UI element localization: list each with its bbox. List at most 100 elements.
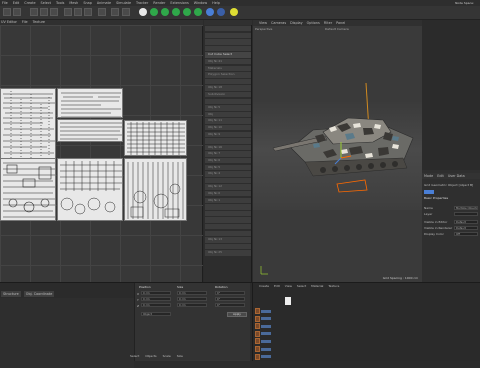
object-list-row[interactable]: Obj Nr.11 [205, 118, 251, 124]
object-list-row[interactable]: Obj [205, 111, 251, 118]
menu-item[interactable]: Render [153, 1, 165, 5]
object-list-row[interactable]: Obj Nr.41 [205, 59, 251, 65]
axis-x-icon[interactable] [64, 8, 72, 16]
scene-icon[interactable] [206, 8, 214, 16]
light-icon[interactable] [230, 8, 238, 16]
render-view-icon[interactable] [111, 8, 119, 16]
deformer-icon[interactable] [183, 8, 191, 16]
field-icon[interactable] [194, 8, 202, 16]
object-list-row[interactable]: Obj Nr.0 [205, 191, 251, 197]
uv-grid[interactable] [0, 25, 203, 282]
object-list-row[interactable] [205, 177, 251, 184]
menu-item[interactable]: Create [24, 1, 35, 5]
visible-editor-field[interactable]: Default [454, 220, 478, 224]
size-x-field[interactable]: 0 cm [177, 291, 207, 295]
tank-model[interactable] [253, 20, 422, 282]
material-menu-item[interactable]: View [285, 284, 292, 289]
object-list-row[interactable]: Obj Nr.7 [205, 151, 251, 157]
undo-icon[interactable] [3, 8, 11, 16]
menu-item[interactable]: Simulate [116, 1, 131, 5]
object-list-row[interactable]: Obj Nr.5 [205, 164, 251, 170]
menu-item[interactable]: Extensions [170, 1, 188, 5]
timeline-area[interactable] [0, 298, 134, 368]
layer-field[interactable] [454, 212, 478, 216]
object-list-row[interactable]: Materials [205, 65, 251, 71]
object-list-row[interactable] [205, 98, 251, 104]
3d-viewport[interactable]: View Cameras Display Options Filter Pane… [253, 20, 422, 282]
render-icon[interactable] [122, 8, 130, 16]
axis-y-icon[interactable] [74, 8, 82, 16]
pen-icon[interactable] [150, 8, 158, 16]
object-list-row[interactable]: Obj Nr.4 [205, 171, 251, 177]
object-list-row[interactable] [205, 210, 251, 217]
coordinate-button[interactable]: Obj. Coordinate [23, 291, 55, 297]
menu-item[interactable]: Animate [97, 1, 111, 5]
redo-icon[interactable] [13, 8, 21, 16]
basic-tab-button[interactable] [424, 190, 434, 194]
menu-item[interactable]: File [2, 1, 8, 5]
object-list-row[interactable] [205, 224, 251, 230]
material-menu-item[interactable]: Edit [274, 284, 280, 289]
menu-item[interactable]: Tools [56, 1, 64, 5]
scale-icon[interactable] [40, 8, 48, 16]
object-list-row[interactable]: Obj Nr.25 [205, 250, 251, 256]
cube-icon[interactable] [139, 8, 147, 16]
menu-item[interactable]: Window [194, 1, 207, 5]
array-icon[interactable] [172, 8, 180, 16]
subdivision-icon[interactable] [161, 8, 169, 16]
object-list-row[interactable]: Obj Nr.13 [205, 237, 251, 243]
rotation-z-field[interactable]: 0° [215, 303, 245, 307]
object-list-row[interactable] [205, 243, 251, 250]
display-color-field[interactable]: Off [454, 232, 478, 236]
coordinate-mode-select[interactable]: Object [141, 312, 171, 316]
camera-icon[interactable] [217, 8, 225, 16]
menu-item[interactable]: Edit [13, 1, 20, 5]
object-list-row[interactable] [205, 230, 251, 236]
object-list-row[interactable]: Cut Cube Select [205, 52, 251, 58]
material-row[interactable] [255, 353, 275, 361]
object-list-row[interactable] [205, 217, 251, 223]
tab-edit[interactable]: Edit [437, 173, 444, 179]
size-z-field[interactable]: 0 cm [177, 303, 207, 307]
rotate-icon[interactable] [50, 8, 58, 16]
position-x-field[interactable]: 0 cm [141, 291, 171, 295]
object-list-row[interactable] [205, 39, 251, 45]
rotation-y-field[interactable]: 0° [215, 297, 245, 301]
object-list-row[interactable]: Obj Nr.18 [205, 85, 251, 91]
structure-button[interactable]: Structure [1, 291, 21, 297]
object-list-row[interactable] [205, 32, 251, 38]
axis-z-icon[interactable] [84, 8, 92, 16]
object-list-row[interactable]: Obj Nr.12 [205, 184, 251, 190]
tab-mode[interactable]: Mode [424, 173, 433, 179]
menu-item[interactable]: Mesh [69, 1, 78, 5]
menu-item[interactable]: Select [41, 1, 51, 5]
size-y-field[interactable]: 0 cm [177, 297, 207, 301]
material-swatch[interactable] [285, 297, 291, 305]
apply-button[interactable]: Apply [227, 312, 247, 317]
object-list-row[interactable] [205, 204, 251, 210]
material-menu-item[interactable]: Select [297, 284, 306, 289]
tab-user-data[interactable]: User Data [448, 173, 465, 179]
object-list-row[interactable]: Subdivision [205, 92, 251, 98]
position-z-field[interactable]: 0 cm [141, 303, 171, 307]
menu-item[interactable]: Help [212, 1, 220, 5]
name-field[interactable]: Multiple Objects [454, 206, 478, 210]
rotation-x-field[interactable]: 0° [215, 291, 245, 295]
object-list-row[interactable] [205, 78, 251, 85]
material-menu-item[interactable]: Texture [328, 284, 339, 289]
material-menu-item[interactable]: Create [259, 284, 269, 289]
object-list-row[interactable]: Obj Nr.5 [205, 105, 251, 111]
visible-renderer-field[interactable]: Default [454, 226, 478, 230]
menu-item[interactable]: Tracker [136, 1, 148, 5]
object-list-row[interactable] [205, 45, 251, 52]
material-menu-item[interactable]: Material [311, 284, 323, 289]
object-list-row[interactable]: Obj Nr.6 [205, 158, 251, 164]
object-list-row[interactable]: Obj Nr.9 [205, 131, 251, 137]
coord-icon[interactable] [98, 8, 106, 16]
object-list-row[interactable]: Obj Nr.16 [205, 144, 251, 151]
position-y-field[interactable]: 0 cm [141, 297, 171, 301]
object-list-row[interactable]: Polygon Selection [205, 72, 251, 78]
menu-item[interactable]: Snap [83, 1, 92, 5]
object-list-row[interactable]: Obj Nr.10 [205, 125, 251, 131]
move-icon[interactable] [30, 8, 38, 16]
